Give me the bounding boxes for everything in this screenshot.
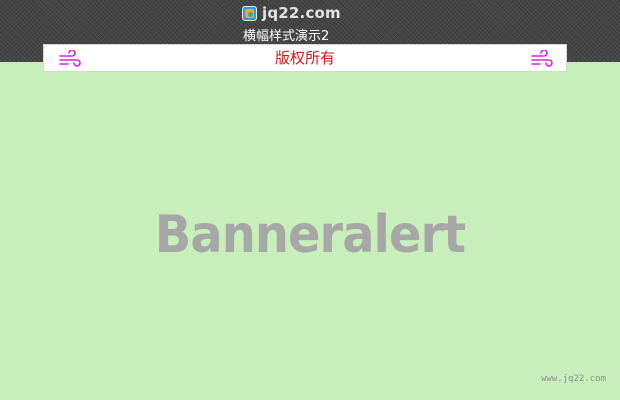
alert-banner: 版权所有 bbox=[43, 44, 567, 72]
brand[interactable]: jq22.com bbox=[242, 4, 341, 22]
demo-title: 横幅样式演示2 bbox=[243, 29, 330, 44]
hero-heading: Banneralert bbox=[154, 205, 466, 265]
wind-icon bbox=[530, 49, 554, 68]
brand-name: jq22.com bbox=[262, 4, 341, 22]
banner-text: 版权所有 bbox=[274, 49, 335, 67]
jq22-logo-icon bbox=[242, 5, 257, 21]
site-watermark: www.jq22.com bbox=[540, 374, 606, 384]
